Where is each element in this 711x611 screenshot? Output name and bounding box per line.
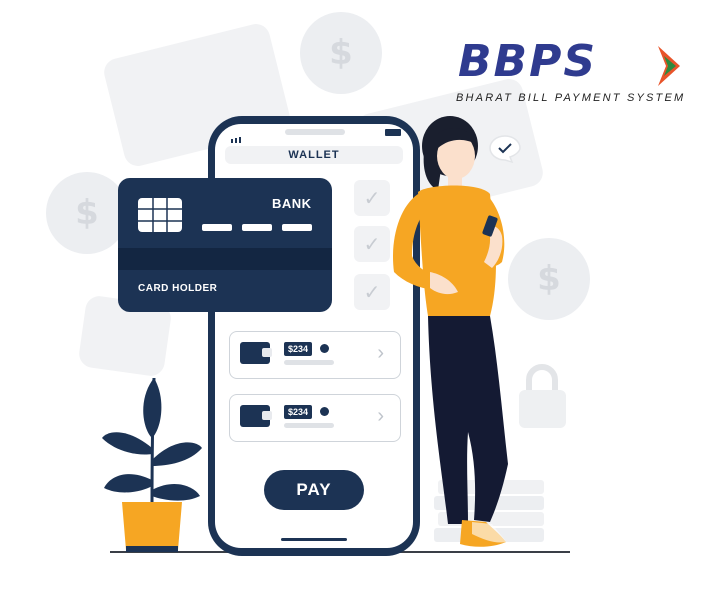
transaction-placeholder-line: [284, 360, 334, 365]
transaction-placeholder-line: [284, 423, 334, 428]
card-chip-icon: [138, 198, 182, 232]
notch: [285, 129, 345, 135]
home-indicator: [281, 538, 347, 541]
wallet-title: WALLET: [288, 149, 340, 161]
potted-plant: [98, 368, 206, 554]
card-holder-label: CARD HOLDER: [138, 283, 218, 294]
transaction-amount: $234: [284, 342, 313, 356]
card-stripe: [118, 248, 332, 270]
check-icon: [320, 407, 329, 416]
card-number-dash: [282, 224, 312, 231]
transaction-amount: $234: [284, 405, 313, 419]
bbps-logo: BBPS BHARAT BILL PAYMENT SYSTEM: [454, 36, 684, 108]
wallet-icon: [240, 342, 272, 364]
card-number-dash: [242, 224, 272, 231]
logo-subtitle: BHARAT BILL PAYMENT SYSTEM: [456, 92, 686, 104]
wallet-icon: [240, 405, 272, 427]
woman-illustration: [372, 112, 532, 558]
dollar-coin-icon: $: [46, 172, 128, 254]
card-bank-label: BANK: [272, 196, 312, 211]
pay-button[interactable]: PAY: [264, 470, 364, 510]
logo-text: BBPS: [458, 36, 598, 87]
check-icon: [320, 344, 329, 353]
bank-card: BANK CARD HOLDER: [118, 178, 332, 312]
chat-check-icon: [488, 134, 522, 164]
logo-arrow-icon: [658, 46, 680, 86]
dollar-coin-icon: $: [300, 12, 382, 94]
card-number-dash: [202, 224, 232, 231]
signal-icon: [231, 130, 245, 143]
